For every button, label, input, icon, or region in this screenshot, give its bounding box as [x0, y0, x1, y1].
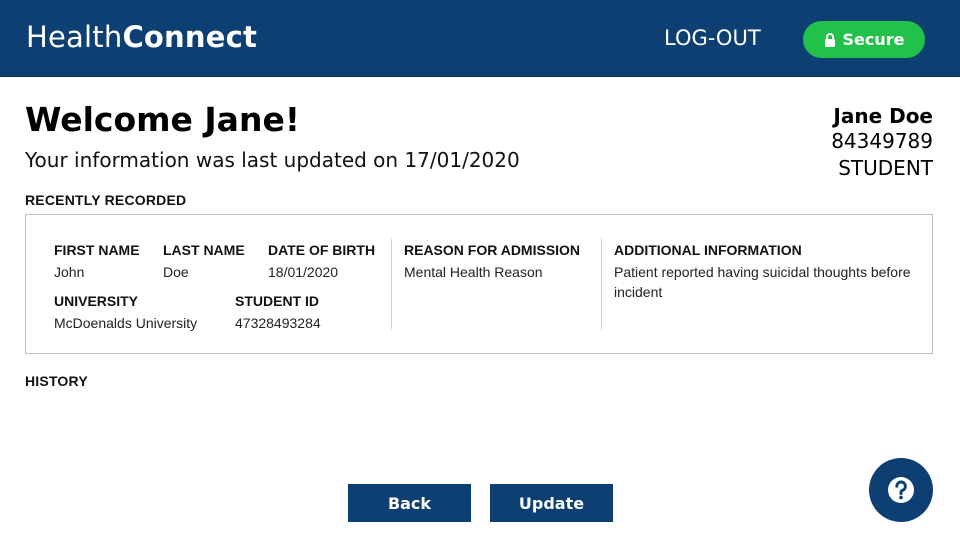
university-field: UNIVERSITY McDoenalds University: [54, 292, 197, 333]
university-label: UNIVERSITY: [54, 293, 139, 309]
top-bar: HealthConnect LOG-OUT Secure: [0, 0, 960, 77]
first-name-value: John: [54, 264, 85, 280]
reason-field: REASON FOR ADMISSION Mental Health Reaso…: [404, 241, 580, 282]
column-divider: [601, 239, 602, 329]
secure-badge[interactable]: Secure: [803, 21, 925, 58]
additional-info-label: ADDITIONAL INFORMATION: [614, 242, 802, 258]
brand-light: Health: [26, 20, 123, 54]
column-divider: [391, 239, 392, 329]
logout-button[interactable]: LOG-OUT: [664, 26, 761, 50]
brand-logo: HealthConnect: [26, 20, 257, 54]
lock-icon: [824, 32, 835, 47]
dob-field: DATE OF BIRTH 18/01/2020: [268, 241, 375, 282]
brand-bold: Connect: [122, 20, 258, 54]
user-id: 84349789: [831, 129, 933, 153]
back-button[interactable]: Back: [348, 484, 471, 522]
dob-label: DATE OF BIRTH: [268, 242, 376, 258]
last-updated-text: Your information was last updated on 17/…: [25, 148, 520, 172]
last-name-label: LAST NAME: [163, 242, 245, 258]
university-value: McDoenalds University: [54, 315, 198, 331]
student-id-value: 47328493284: [235, 315, 321, 331]
welcome-title: Welcome Jane!: [25, 100, 300, 139]
additional-info-field: ADDITIONAL INFORMATION Patient reported …: [614, 241, 914, 302]
update-button[interactable]: Update: [490, 484, 613, 522]
student-id-label: STUDENT ID: [235, 293, 319, 309]
first-name-field: FIRST NAME John: [54, 241, 140, 282]
reason-label: REASON FOR ADMISSION: [404, 242, 581, 258]
recently-recorded-title: RECENTLY RECORDED: [25, 192, 187, 208]
user-role: STUDENT: [838, 156, 933, 180]
reason-value: Mental Health Reason: [404, 264, 543, 280]
last-name-field: LAST NAME Doe: [163, 241, 245, 282]
recent-record-card: FIRST NAME John LAST NAME Doe DATE OF BI…: [25, 214, 933, 354]
user-info: Jane Doe 84349789 STUDENT: [831, 104, 933, 182]
last-name-value: Doe: [163, 264, 189, 280]
history-title: HISTORY: [25, 373, 88, 389]
help-icon: [888, 477, 914, 503]
secure-label: Secure: [842, 30, 905, 49]
student-id-field: STUDENT ID 47328493284: [235, 292, 321, 333]
help-button[interactable]: [869, 458, 933, 522]
dob-value: 18/01/2020: [268, 264, 339, 280]
additional-info-value: Patient reported having suicidal thought…: [614, 264, 911, 300]
user-name: Jane Doe: [833, 104, 933, 128]
first-name-label: FIRST NAME: [54, 242, 140, 258]
